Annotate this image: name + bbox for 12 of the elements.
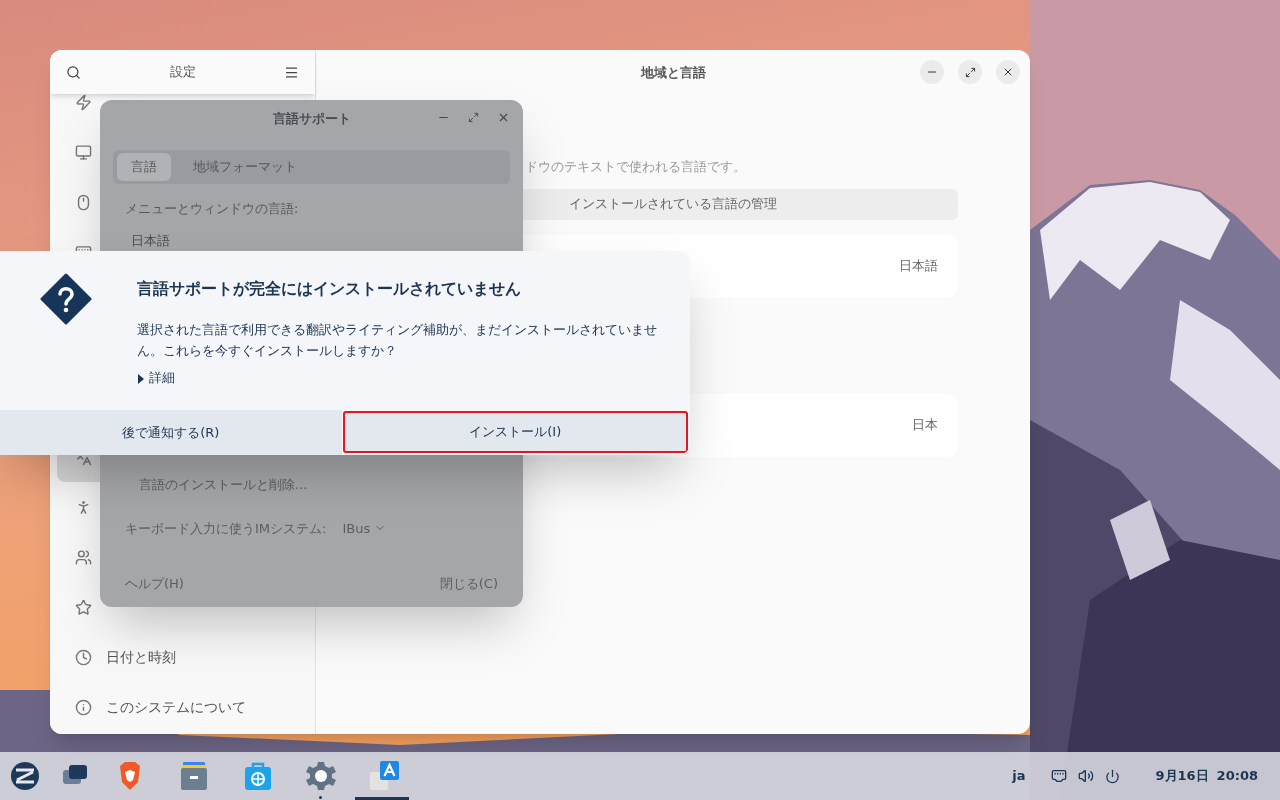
row-value: 日本語: [899, 257, 938, 276]
dialog-message: 選択された言語で利用できる翻訳やライティング補助が、まだインストールされていません。これらを今すぐインストールしますか？: [137, 321, 658, 361]
sidebar-title: 設定: [169, 63, 196, 82]
window-title: 言語サポート: [272, 109, 351, 128]
description-text: ドウのテキストで使われる言語です。: [524, 158, 747, 176]
im-system-label: キーボード入力に使うIMシステム:: [125, 519, 327, 538]
sidebar-label: 日付と時刻: [106, 647, 176, 667]
sidebar-label: このシステムについて: [106, 697, 246, 717]
row-value: 日本: [912, 416, 938, 435]
language-label: メニューとウィンドウの言語:: [124, 200, 300, 218]
dialog-title: 言語サポートが完全にはインストールされていません: [137, 279, 522, 300]
window-title: 地域と言語: [640, 63, 706, 82]
